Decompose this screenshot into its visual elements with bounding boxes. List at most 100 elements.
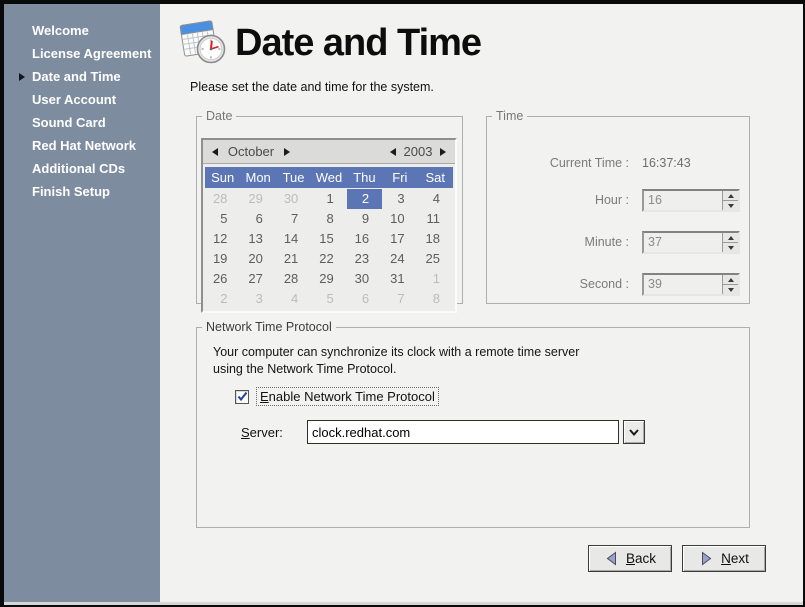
calendar-day[interactable]: 1 <box>311 189 346 209</box>
sidebar-item-welcome[interactable]: Welcome <box>4 19 160 42</box>
calendar-day[interactable]: 6 <box>347 289 382 309</box>
ntp-description: Your computer can synchronize its clock … <box>213 344 579 377</box>
second-up-button[interactable] <box>723 275 738 285</box>
calendar-day[interactable]: 11 <box>418 209 453 229</box>
sidebar-item-label: License Agreement <box>32 46 151 61</box>
calendar-day[interactable]: 23 <box>347 249 382 269</box>
time-group: Time Current Time : 16:37:43 Hour : 16 M… <box>486 109 750 304</box>
calendar-day[interactable]: 27 <box>240 269 275 289</box>
hour-spinbox[interactable]: 16 <box>642 189 740 212</box>
current-time-value: 16:37:43 <box>642 156 691 170</box>
sidebar-item-finish-setup[interactable]: Finish Setup <box>4 180 160 203</box>
minute-label: Minute : <box>487 235 629 249</box>
calendar-day[interactable]: 9 <box>347 209 382 229</box>
calendar-day[interactable]: 10 <box>382 209 417 229</box>
ntp-group-legend: Network Time Protocol <box>202 320 336 334</box>
calendar-widget: October 2003 SunMonTueWedThuFriSat 28293… <box>201 138 457 313</box>
back-button[interactable]: Back <box>588 545 672 572</box>
hour-label: Hour : <box>487 193 629 207</box>
second-value: 39 <box>644 275 722 294</box>
calendar-day[interactable]: 28 <box>276 269 311 289</box>
date-group-legend: Date <box>202 109 236 123</box>
calendar-day[interactable]: 8 <box>418 289 453 309</box>
calendar-day[interactable]: 17 <box>382 229 417 249</box>
sidebar-item-label: Red Hat Network <box>32 138 136 153</box>
calendar-day[interactable]: 3 <box>382 189 417 209</box>
page-title: Date and Time <box>235 22 481 65</box>
sidebar-item-red-hat-network[interactable]: Red Hat Network <box>4 134 160 157</box>
minute-down-button[interactable] <box>723 243 738 252</box>
calendar-day[interactable]: 26 <box>205 269 240 289</box>
active-item-arrow-icon <box>19 73 25 81</box>
hour-down-button[interactable] <box>723 201 738 210</box>
enable-ntp-checkbox[interactable] <box>235 390 249 404</box>
next-button[interactable]: Next <box>682 545 766 572</box>
calendar-day[interactable]: 31 <box>382 269 417 289</box>
calendar-day[interactable]: 13 <box>240 229 275 249</box>
calendar-day[interactable]: 18 <box>418 229 453 249</box>
calendar-day[interactable]: 7 <box>382 289 417 309</box>
sidebar-item-license-agreement[interactable]: License Agreement <box>4 42 160 65</box>
sidebar-item-additional-cds[interactable]: Additional CDs <box>4 157 160 180</box>
calendar-day[interactable]: 30 <box>347 269 382 289</box>
back-button-label: Back <box>626 551 656 566</box>
minute-spinbox[interactable]: 37 <box>642 231 740 254</box>
enable-ntp-label[interactable]: Enable Network Time Protocol <box>256 387 439 406</box>
calendar-day[interactable]: 14 <box>276 229 311 249</box>
calendar-day[interactable]: 15 <box>311 229 346 249</box>
sidebar-item-date-and-time[interactable]: Date and Time <box>4 65 160 88</box>
next-button-label: Next <box>721 551 749 566</box>
calendar-day[interactable]: 4 <box>276 289 311 309</box>
calendar-day-name: Sun <box>205 167 240 188</box>
window-bottom-edge <box>4 602 803 605</box>
calendar-day[interactable]: 7 <box>276 209 311 229</box>
hour-up-button[interactable] <box>723 191 738 201</box>
calendar-day[interactable]: 4 <box>418 189 453 209</box>
sidebar-item-user-account[interactable]: User Account <box>4 88 160 111</box>
checkmark-icon <box>237 391 248 402</box>
calendar-day[interactable]: 21 <box>276 249 311 269</box>
calendar-day[interactable]: 16 <box>347 229 382 249</box>
enable-ntp-row: Enable Network Time Protocol <box>235 387 439 406</box>
calendar-day[interactable]: 5 <box>205 209 240 229</box>
calendar-day[interactable]: 29 <box>240 189 275 209</box>
calendar-day[interactable]: 29 <box>311 269 346 289</box>
prev-year-button[interactable] <box>386 144 400 160</box>
sidebar-item-label: Date and Time <box>32 69 121 84</box>
calendar-day-name: Thu <box>347 167 382 188</box>
calendar-day[interactable]: 19 <box>205 249 240 269</box>
minute-up-button[interactable] <box>723 233 738 243</box>
sidebar-item-label: Sound Card <box>32 115 106 130</box>
calendar-day[interactable]: 25 <box>418 249 453 269</box>
calendar-day[interactable]: 1 <box>418 269 453 289</box>
sidebar-item-sound-card[interactable]: Sound Card <box>4 111 160 134</box>
calendar-day[interactable]: 8 <box>311 209 346 229</box>
prev-month-button[interactable] <box>208 144 222 160</box>
calendar-day[interactable]: 3 <box>240 289 275 309</box>
next-year-button[interactable] <box>436 144 450 160</box>
calendar-day-names: SunMonTueWedThuFriSat <box>205 167 453 188</box>
calendar-day[interactable]: 2 <box>205 289 240 309</box>
main-content: Date and Time Please set the date and ti… <box>160 4 803 602</box>
calendar-day[interactable]: 5 <box>311 289 346 309</box>
server-label: Server: <box>241 425 283 440</box>
calendar-day-name: Mon <box>240 167 275 188</box>
calendar-day[interactable]: 30 <box>276 189 311 209</box>
calendar-day[interactable]: 20 <box>240 249 275 269</box>
server-combobox-input[interactable] <box>307 420 619 444</box>
server-dropdown-button[interactable] <box>623 420 645 444</box>
calendar-day[interactable]: 24 <box>382 249 417 269</box>
calendar-day[interactable]: 6 <box>240 209 275 229</box>
next-month-button[interactable] <box>280 144 294 160</box>
time-group-legend: Time <box>492 109 527 123</box>
second-label: Second : <box>487 277 629 291</box>
second-down-button[interactable] <box>723 285 738 294</box>
calendar-day[interactable]: 12 <box>205 229 240 249</box>
calendar-day[interactable]: 28 <box>205 189 240 209</box>
second-spinbox[interactable]: 39 <box>642 273 740 296</box>
calendar-day[interactable]: 22 <box>311 249 346 269</box>
date-group: Date October 2003 SunMonTueWedThuFriSat … <box>196 109 463 304</box>
calendar-day-name: Fri <box>382 167 417 188</box>
minute-value: 37 <box>644 233 722 252</box>
calendar-day-selected[interactable]: 2 <box>347 189 382 209</box>
